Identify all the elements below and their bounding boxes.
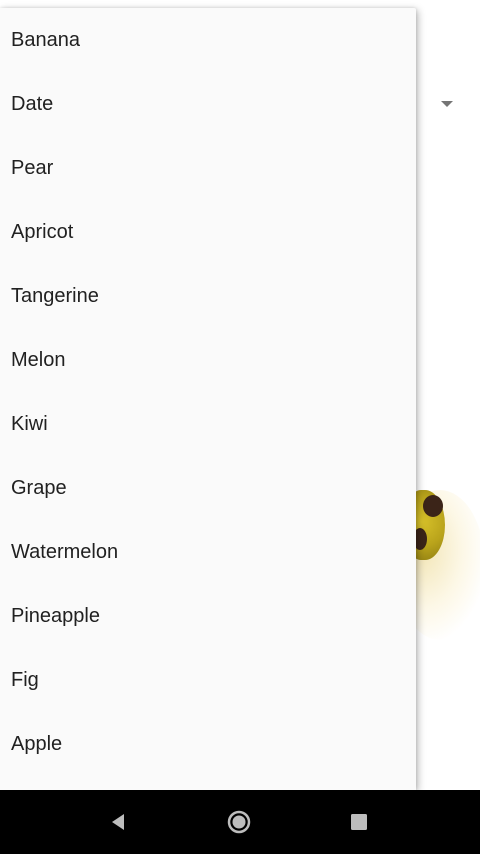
dropdown-item-kiwi[interactable]: Kiwi [0, 392, 416, 456]
dropdown-item-grape[interactable]: Grape [0, 456, 416, 520]
dropdown-item-fig[interactable]: Fig [0, 648, 416, 712]
navigation-bar [0, 790, 480, 854]
dropdown-item-melon[interactable]: Melon [0, 328, 416, 392]
dropdown-item-banana[interactable]: Banana [0, 8, 416, 72]
back-button[interactable] [99, 802, 139, 842]
back-icon [112, 814, 124, 830]
dropdown-item-apple[interactable]: Apple [0, 712, 416, 776]
dropdown-item-apricot[interactable]: Apricot [0, 200, 416, 264]
screen: Banana Date Pear Apricot Tangerine Melon… [0, 0, 480, 854]
dropdown-item-date[interactable]: Date [0, 72, 416, 136]
home-button[interactable] [219, 802, 259, 842]
recents-button[interactable] [339, 802, 379, 842]
dropdown-item-tangerine[interactable]: Tangerine [0, 264, 416, 328]
dropdown-item-pear[interactable]: Pear [0, 136, 416, 200]
fruit-seed [423, 495, 443, 517]
fruit-dropdown-list[interactable]: Banana Date Pear Apricot Tangerine Melon… [0, 8, 416, 790]
dropdown-item-watermelon[interactable]: Watermelon [0, 520, 416, 584]
recents-icon [351, 814, 367, 830]
dropdown-item-pineapple[interactable]: Pineapple [0, 584, 416, 648]
home-icon [227, 810, 251, 834]
dropdown-arrow-icon[interactable] [441, 101, 453, 107]
